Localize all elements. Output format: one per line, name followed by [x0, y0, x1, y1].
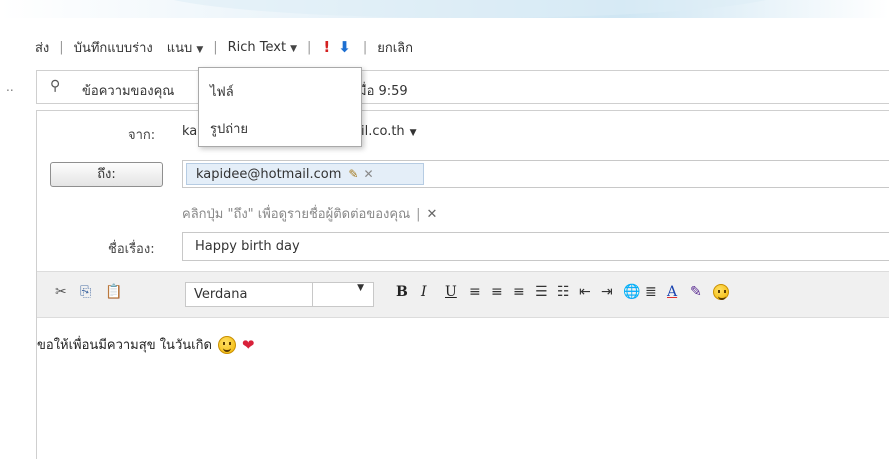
- indent-icon[interactable]: ⇥: [601, 284, 613, 300]
- smiley-emoticon-icon: [217, 335, 236, 354]
- format-mode-label: Rich Text: [227, 39, 287, 55]
- attach-photo-item[interactable]: รูปถ่าย: [210, 118, 248, 139]
- close-icon[interactable]: ✕: [363, 167, 373, 181]
- collapse-handle[interactable]: ..: [6, 80, 14, 94]
- to-field[interactable]: kapidee@hotmail.com ✎ ✕: [182, 160, 889, 188]
- pencil-icon[interactable]: ✎: [348, 167, 358, 181]
- chevron-down-icon: ▼: [290, 43, 298, 54]
- align-center-icon[interactable]: ≡: [491, 284, 503, 300]
- link-icon[interactable]: 🌐: [623, 284, 640, 300]
- recipient-address: kapidee@hotmail.com: [196, 166, 342, 182]
- numbered-list-icon[interactable]: ☰: [535, 284, 548, 300]
- save-draft-button[interactable]: บันทึกแบบร่าง: [72, 37, 155, 58]
- toolbar-divider: |: [213, 39, 218, 55]
- toolbar-divider: |: [59, 39, 64, 55]
- chevron-down-icon: ▼: [196, 44, 204, 55]
- format-mode-button[interactable]: Rich Text ▼: [226, 40, 299, 55]
- align-left-icon[interactable]: ≡: [469, 284, 481, 300]
- contacts-hint: คลิกปุ่ม "ถึง" เพื่อดูรายชื่อผู้ติดต่อขอ…: [182, 203, 437, 224]
- formatting-toolbar: ✂ ⎘ 📋 Verdana ▼ ▼ B I U ≡ ≡ ≡ ☰ ☷ ⇤ ⇥ 🌐 …: [37, 271, 889, 318]
- contacts-hint-text: คลิกปุ่ม "ถึง" เพื่อดูรายชื่อผู้ติดต่อขอ…: [182, 207, 411, 222]
- subject-input[interactable]: Happy birth day: [182, 232, 889, 261]
- font-size-select[interactable]: ▼: [312, 282, 374, 307]
- close-icon[interactable]: ✕: [427, 207, 438, 222]
- attach-dropdown-menu: ไฟล์ รูปถ่าย: [198, 67, 362, 147]
- attach-menu-button[interactable]: แนบ ▼: [165, 37, 205, 58]
- outdent-icon[interactable]: ⇤: [579, 284, 591, 300]
- from-address-start[interactable]: ka: [182, 124, 197, 139]
- font-family-value: Verdana: [194, 287, 248, 302]
- info-text: ข้อความของคุณ: [82, 84, 175, 99]
- message-text: ขอให้เพื่อนมีความสุข ในวันเกิด: [37, 338, 212, 353]
- chevron-down-icon: ▼: [357, 283, 364, 293]
- info-bar: ⚲ ข้อความของคุณ มื่อ 9:59: [36, 70, 889, 104]
- chevron-down-icon: ▼: [409, 128, 417, 138]
- attach-file-item[interactable]: ไฟล์: [210, 81, 234, 102]
- smiley-icon: [713, 284, 729, 300]
- underline-icon[interactable]: U: [445, 284, 457, 300]
- info-time: มื่อ 9:59: [358, 84, 408, 99]
- subject-label: ชื่อเรื่อง:: [108, 242, 155, 257]
- emoticon-icon[interactable]: [713, 284, 729, 304]
- align-right-icon[interactable]: ≡: [513, 284, 525, 300]
- highlight-icon[interactable]: ✎: [690, 284, 702, 300]
- lips-emoticon-icon: ❤: [241, 335, 255, 354]
- toolbar-divider: |: [362, 39, 368, 55]
- from-selector[interactable]: ail.co.th ▼: [353, 124, 417, 139]
- info-icon: ⚲: [50, 78, 61, 94]
- high-importance-icon[interactable]: !: [319, 38, 334, 56]
- send-button[interactable]: ส่ง: [33, 37, 51, 58]
- paste-icon[interactable]: 📋: [105, 284, 122, 300]
- recipient-chip[interactable]: kapidee@hotmail.com ✎ ✕: [186, 163, 424, 185]
- font-color-icon[interactable]: A: [667, 284, 677, 300]
- low-importance-icon[interactable]: ⬇: [334, 38, 355, 56]
- to-button[interactable]: ถึง:: [50, 162, 163, 187]
- copy-icon[interactable]: ⎘: [80, 284, 91, 300]
- hint-divider: |: [416, 207, 421, 222]
- from-label: จาก:: [128, 128, 156, 143]
- message-body[interactable]: ขอให้เพื่อนมีความสุข ในวันเกิด ❤: [37, 334, 254, 355]
- attach-label: แนบ: [166, 40, 193, 56]
- italic-icon[interactable]: I: [421, 284, 427, 300]
- bold-icon[interactable]: B: [396, 284, 408, 300]
- compose-toolbar: ส่ง | บันทึกแบบร่าง แนบ ▼ | Rich Text ▼ | …: [33, 36, 415, 58]
- toolbar-divider: |: [307, 39, 312, 55]
- line-spacing-icon[interactable]: ≣: [645, 284, 657, 300]
- cancel-button[interactable]: ยกเลิก: [375, 37, 415, 58]
- bulleted-list-icon[interactable]: ☷: [557, 284, 570, 300]
- cut-icon[interactable]: ✂: [55, 284, 67, 300]
